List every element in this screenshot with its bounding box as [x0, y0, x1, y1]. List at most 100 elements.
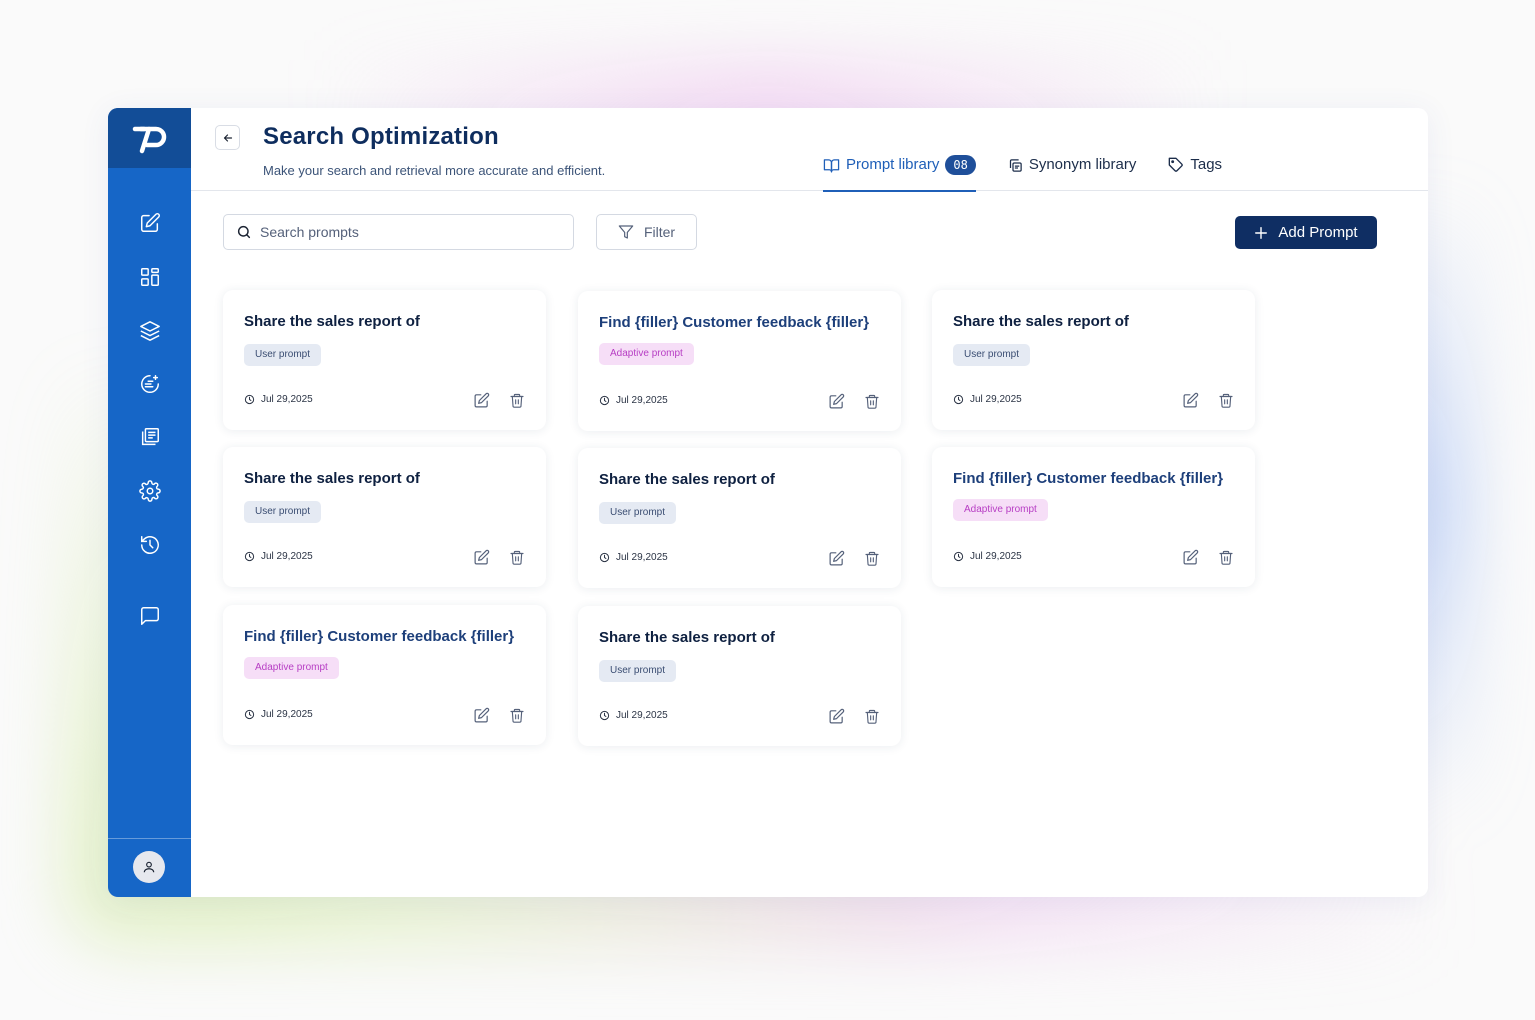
edit-icon — [828, 708, 845, 725]
tab-tags[interactable]: Tags — [1168, 153, 1222, 191]
date-text: Jul 29,2025 — [261, 394, 313, 405]
prompt-card[interactable]: Share the sales report of User prompt Jul … — [578, 606, 901, 746]
card-title: Find {filler} Customer feedback {filler} — [244, 628, 515, 645]
edit-icon — [828, 550, 845, 567]
card-date: Jul 29,2025 — [244, 709, 313, 720]
card-title: Find {filler} Customer feedback {filler} — [953, 470, 1224, 487]
clock-icon — [244, 394, 255, 405]
trash-icon — [509, 707, 525, 724]
nav-layers[interactable] — [108, 314, 191, 348]
edit-icon — [828, 393, 845, 410]
toolbar: Filter Add Prompt — [223, 214, 1428, 250]
nav-history[interactable] — [108, 528, 191, 562]
delete-prompt-button[interactable] — [508, 391, 526, 409]
search-box — [223, 214, 574, 250]
clock-icon — [244, 709, 255, 720]
card-date: Jul 29,2025 — [599, 552, 668, 563]
page-header: Search Optimization Make your search and… — [191, 108, 1428, 192]
avatar[interactable] — [133, 851, 165, 883]
app-window: Search Optimization Make your search and… — [108, 108, 1428, 897]
edit-prompt-button[interactable] — [827, 392, 845, 410]
card-title: Share the sales report of — [244, 470, 420, 487]
prompt-card[interactable]: Find {filler} Customer feedback {filler}… — [932, 447, 1255, 587]
trash-icon — [864, 708, 880, 725]
prompt-card[interactable]: Share the sales report of User prompt Jul … — [932, 290, 1255, 430]
prompt-type-tag: Adaptive prompt — [953, 499, 1048, 521]
delete-prompt-button[interactable] — [863, 707, 881, 725]
edit-icon — [473, 707, 490, 724]
page-title: Search Optimization — [263, 123, 499, 150]
main-content: Search Optimization Make your search and… — [191, 108, 1428, 897]
search-icon — [237, 225, 251, 239]
tab-synonym-library[interactable]: Synonym library — [1008, 153, 1136, 191]
prompt-type-tag: User prompt — [599, 660, 677, 682]
prompt-count-badge: 08 — [945, 155, 976, 175]
edit-prompt-button[interactable] — [827, 707, 845, 725]
card-date: Jul 29,2025 — [599, 395, 668, 406]
message-icon — [140, 607, 159, 625]
clock-icon — [599, 552, 610, 563]
edit-icon — [140, 213, 160, 232]
nav-library[interactable] — [108, 420, 191, 454]
edit-prompt-button[interactable] — [472, 391, 490, 409]
arrow-left-icon — [223, 133, 232, 142]
card-date: Jul 29,2025 — [953, 394, 1022, 405]
delete-prompt-button[interactable] — [1217, 548, 1235, 566]
date-text: Jul 29,2025 — [616, 552, 668, 563]
nav-edit[interactable] — [108, 206, 191, 240]
prompt-card[interactable]: Find {filler} Customer feedback {filler}… — [223, 605, 546, 745]
tab-prompt-library-label: Prompt library — [846, 156, 940, 173]
delete-prompt-button[interactable] — [508, 548, 526, 566]
tab-bar: Prompt library 08 Synonym library Tags — [823, 153, 1254, 192]
edit-prompt-button[interactable] — [1181, 548, 1199, 566]
prompt-card[interactable]: Share the sales report of User prompt Jul … — [223, 290, 546, 430]
add-prompt-label: Add Prompt — [1278, 224, 1358, 241]
prompt-type-tag: User prompt — [244, 501, 322, 523]
delete-prompt-button[interactable] — [863, 392, 881, 410]
add-prompt-button[interactable]: Add Prompt — [1235, 216, 1377, 249]
edit-prompt-button[interactable] — [472, 706, 490, 724]
edit-prompt-button[interactable] — [1181, 391, 1199, 409]
edit-icon — [473, 549, 490, 566]
delete-prompt-button[interactable] — [863, 549, 881, 567]
edit-prompt-button[interactable] — [827, 549, 845, 567]
prompt-card[interactable]: Share the sales report of User prompt Jul … — [578, 448, 901, 588]
search-input[interactable] — [260, 224, 550, 240]
prompt-type-tag: User prompt — [244, 344, 322, 366]
clock-icon — [599, 395, 610, 406]
back-button[interactable] — [215, 125, 240, 150]
nav-messages[interactable] — [108, 599, 191, 633]
prompt-type-tag: User prompt — [953, 344, 1031, 366]
sidebar — [108, 108, 191, 897]
delete-prompt-button[interactable] — [1217, 391, 1235, 409]
plus-icon — [1255, 226, 1268, 239]
trash-icon — [1218, 549, 1234, 566]
date-text: Jul 29,2025 — [616, 710, 668, 721]
card-date: Jul 29,2025 — [244, 551, 313, 562]
clock-icon — [953, 551, 964, 562]
date-text: Jul 29,2025 — [970, 394, 1022, 405]
date-text: Jul 29,2025 — [261, 551, 313, 562]
layers-icon — [139, 321, 160, 341]
card-title: Share the sales report of — [599, 471, 775, 488]
logo[interactable] — [108, 108, 191, 168]
prompt-card[interactable]: Find {filler} Customer feedback {filler}… — [578, 291, 901, 431]
tag-icon — [1169, 157, 1184, 172]
tab-tags-label: Tags — [1190, 156, 1223, 173]
filter-button[interactable]: Filter — [596, 214, 697, 250]
copy-icon — [1009, 159, 1022, 172]
edit-prompt-button[interactable] — [472, 548, 490, 566]
nav-settings[interactable] — [108, 474, 191, 508]
nav-assistant[interactable] — [108, 367, 191, 401]
nav-dashboard[interactable] — [108, 260, 191, 294]
date-text: Jul 29,2025 — [261, 709, 313, 720]
delete-prompt-button[interactable] — [508, 706, 526, 724]
page-subtitle: Make your search and retrieval more accu… — [263, 163, 606, 178]
tab-prompt-library[interactable]: Prompt library 08 — [823, 153, 976, 192]
card-date: Jul 29,2025 — [244, 394, 313, 405]
prompt-card[interactable]: Share the sales report of User prompt Jul … — [223, 447, 546, 587]
card-title: Share the sales report of — [244, 313, 420, 330]
prompt-type-tag: Adaptive prompt — [599, 343, 694, 365]
trash-icon — [864, 393, 880, 410]
trash-icon — [509, 392, 525, 409]
